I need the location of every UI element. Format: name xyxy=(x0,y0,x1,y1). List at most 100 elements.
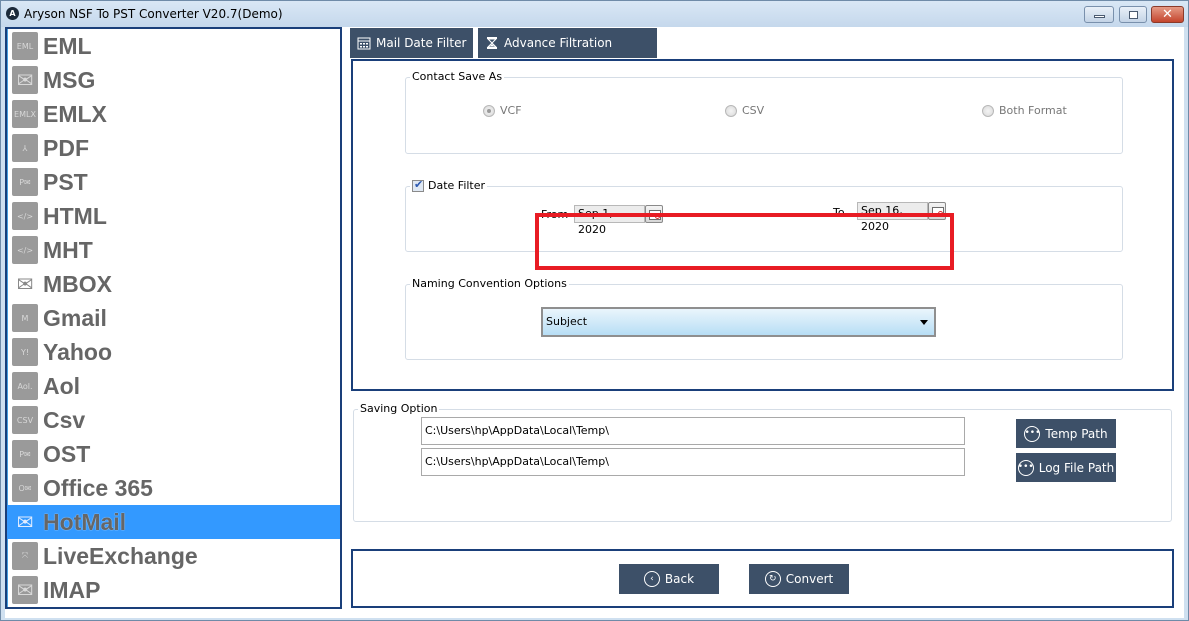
sidebar-item-label: PDF xyxy=(43,135,89,161)
sidebar-item-label: MHT xyxy=(43,237,93,263)
temp-path-button[interactable]: ••• Temp Path xyxy=(1016,419,1116,448)
radio-both-format-indicator xyxy=(982,104,994,117)
sidebar-item-yahoo[interactable]: Y! Yahoo xyxy=(7,335,340,369)
imap-envelope-icon: ✉ xyxy=(10,576,40,604)
close-button[interactable]: ✕ xyxy=(1151,6,1184,23)
sidebar-item-label: EML xyxy=(43,33,92,59)
back-button-label: Back xyxy=(664,572,695,586)
radio-csv-label: CSV xyxy=(742,104,765,117)
sidebar-item-label: MSG xyxy=(43,67,96,93)
convert-refresh-icon: ↻ xyxy=(764,571,781,587)
maximize-icon xyxy=(1129,11,1138,19)
date-range-highlight xyxy=(535,213,954,270)
more-dots-icon: ••• xyxy=(1024,425,1041,442)
tab-advance-filtration[interactable]: Advance Filtration Option xyxy=(478,28,657,80)
back-button[interactable]: ‹ Back xyxy=(619,564,719,594)
aryson-logo-icon: A xyxy=(6,7,19,20)
mht-file-icon: </> xyxy=(10,236,40,264)
gmail-icon: M xyxy=(10,304,40,332)
sidebar-item-emlx[interactable]: EMLX EMLX xyxy=(7,97,340,131)
mbox-envelopes-icon: ✉ xyxy=(10,270,40,298)
sidebar-item-html[interactable]: </> HTML xyxy=(7,199,340,233)
date-filter-legend[interactable]: Date Filter xyxy=(410,178,488,192)
chevron-left-circle-icon: ‹ xyxy=(643,571,660,587)
minimize-icon xyxy=(1094,15,1105,18)
sidebar-item-label: PST xyxy=(43,169,88,195)
sidebar-item-label: Yahoo xyxy=(43,339,113,365)
hourglass-filter-icon xyxy=(486,37,498,49)
sidebar-item-liveexchange[interactable]: ⤧ LiveExchange xyxy=(7,539,340,573)
sidebar-item-label: MBOX xyxy=(43,271,112,297)
app-window: A Aryson NSF To PST Converter V20.7(Demo… xyxy=(0,0,1189,621)
sidebar-item-label: Office 365 xyxy=(43,475,153,501)
sidebar-item-label: HTML xyxy=(43,203,107,229)
sidebar-item-label: Gmail xyxy=(43,305,107,331)
sidebar-item-label: IMAP xyxy=(43,577,101,603)
contact-save-as-legend: Contact Save As xyxy=(410,70,505,83)
pdf-icon: ⅄ xyxy=(10,134,40,162)
sidebar-item-pdf[interactable]: ⅄ PDF xyxy=(7,131,340,165)
chevron-down-icon xyxy=(920,320,928,325)
yahoo-icon: Y! xyxy=(10,338,40,366)
radio-vcf[interactable]: VCF xyxy=(483,104,522,117)
log-file-path-button-label: Log File Path xyxy=(1038,460,1115,475)
radio-vcf-indicator xyxy=(483,104,495,117)
temp-path-input[interactable]: C:\Users\hp\AppData\Local\Temp\ xyxy=(421,417,965,445)
date-filter-checkbox[interactable] xyxy=(412,178,424,192)
radio-vcf-label: VCF xyxy=(500,104,522,117)
radio-csv-indicator xyxy=(725,104,737,117)
csv-file-icon: CSV xyxy=(10,406,40,434)
sidebar-item-label: HotMail xyxy=(43,509,127,535)
office365-icon: O✉ xyxy=(10,474,40,502)
html-code-icon: </> xyxy=(10,202,40,230)
sidebar-item-hotmail[interactable]: ✉ HotMail xyxy=(7,505,340,539)
hotmail-icon: ✉ xyxy=(16,510,34,534)
sidebar-item-eml[interactable]: EML EML xyxy=(7,29,340,63)
sidebar-item-pst[interactable]: P✉ PST xyxy=(7,165,340,199)
close-icon: ✕ xyxy=(1162,7,1173,22)
pst-outlook-icon: P✉ xyxy=(10,168,40,196)
envelope-icon: ✉ xyxy=(10,66,40,94)
ost-outlook-icon: P✉ xyxy=(10,440,40,468)
aol-icon: Aol. xyxy=(10,372,40,400)
sidebar-item-office-365[interactable]: O✉ Office 365 xyxy=(7,471,340,505)
temp-path-button-label: Temp Path xyxy=(1045,426,1108,441)
sidebar-item-mht[interactable]: </> MHT xyxy=(7,233,340,267)
saving-option-legend: Saving Option xyxy=(358,402,440,415)
radio-both-format[interactable]: Both Format xyxy=(982,104,1067,117)
naming-convention-select[interactable]: Subject xyxy=(541,307,936,337)
sidebar-item-label: LiveExchange xyxy=(43,543,198,569)
sidebar-item-mbox[interactable]: ✉ MBOX xyxy=(7,267,340,301)
tab-mail-date-filter[interactable]: Mail Date Filter xyxy=(350,28,473,58)
client-area: EML EML ✉ MSG EMLX EMLX ⅄ PDF P✉ PST </> HTML </> MHT… xyxy=(5,27,1184,618)
convert-button-label: Convert xyxy=(785,572,834,586)
exchange-icon: ⤧ xyxy=(10,542,40,570)
minimize-button[interactable] xyxy=(1084,6,1114,23)
sidebar-item-label: Aol xyxy=(43,373,81,399)
sidebar-item-gmail[interactable]: M Gmail xyxy=(7,301,340,335)
maximize-button[interactable] xyxy=(1119,6,1147,23)
sidebar-item-csv[interactable]: CSV Csv xyxy=(7,403,340,437)
date-filter-label: Date Filter xyxy=(428,179,486,192)
contact-save-as-group: Contact Save As VCF CSV Both Format xyxy=(405,70,1123,154)
sidebar-item-label: EMLX xyxy=(43,101,107,127)
radio-csv[interactable]: CSV xyxy=(725,104,764,117)
log-path-input[interactable]: C:\Users\hp\AppData\Local\Temp\ xyxy=(421,448,965,476)
emlx-file-icon: EMLX xyxy=(10,100,40,128)
more-dots-icon: ••• xyxy=(1017,459,1034,476)
sidebar-item-ost[interactable]: P✉ OST xyxy=(7,437,340,471)
sidebar-item-label: Csv xyxy=(43,407,86,433)
log-file-path-button[interactable]: ••• Log File Path xyxy=(1016,453,1116,482)
tab-mail-date-filter-label: Mail Date Filter xyxy=(376,36,467,50)
sidebar-item-aol[interactable]: Aol. Aol xyxy=(7,369,340,403)
convert-button[interactable]: ↻ Convert xyxy=(749,564,849,594)
sidebar-item-label: OST xyxy=(43,441,91,467)
naming-convention-value: Subject xyxy=(546,315,588,328)
radio-both-format-label: Both Format xyxy=(999,104,1067,117)
eml-file-icon: EML xyxy=(10,32,40,60)
format-sidebar: EML EML ✉ MSG EMLX EMLX ⅄ PDF P✉ PST </> HTML </> MHT… xyxy=(5,27,342,609)
sidebar-item-msg[interactable]: ✉ MSG xyxy=(7,63,340,97)
title-bar: A Aryson NSF To PST Converter V20.7(Demo… xyxy=(1,1,1188,27)
sidebar-item-imap[interactable]: ✉ IMAP xyxy=(7,573,340,607)
window-title: Aryson NSF To PST Converter V20.7(Demo) xyxy=(24,7,283,21)
